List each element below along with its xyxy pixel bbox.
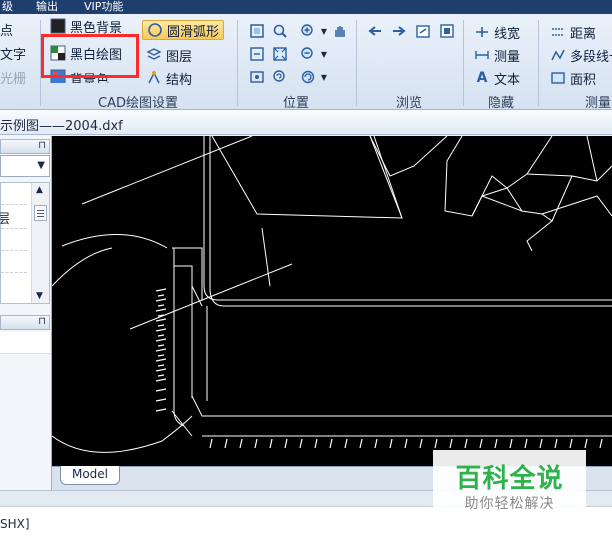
menu-item-vip[interactable]: VIP功能 xyxy=(84,0,123,14)
black-background-icon xyxy=(50,18,66,34)
line-width-icon xyxy=(474,24,490,40)
properties-header xyxy=(0,332,50,354)
zoom-in-dropdown-icon[interactable]: ▼ xyxy=(316,23,332,39)
chevron-down-icon: ▼ xyxy=(37,160,45,171)
distance-icon xyxy=(550,24,566,40)
tab-model[interactable]: Model xyxy=(60,466,120,485)
list-item-label: 层 xyxy=(0,212,11,227)
export-file-icon[interactable] xyxy=(439,23,455,39)
pin-icon[interactable]: ⊓ xyxy=(38,316,46,327)
rotate-view-dropdown-icon[interactable]: ▼ xyxy=(316,69,332,85)
zoom-realtime-icon[interactable] xyxy=(272,23,288,39)
panel-header-top: ⊓ xyxy=(0,139,50,154)
list-item[interactable]: 层 xyxy=(0,205,27,229)
smooth-arc-button[interactable]: 圆滑弧形 xyxy=(142,20,225,40)
point-button[interactable]: 点 xyxy=(0,19,13,39)
hide-group-label: 隐藏 xyxy=(488,96,515,111)
area-icon xyxy=(550,70,566,86)
highlight-box xyxy=(41,34,139,78)
document-title: 示例图——2004.dxf xyxy=(0,119,123,134)
position-group-label: 位置 xyxy=(283,96,310,111)
scroll-down-icon[interactable]: ▼ xyxy=(36,291,43,301)
document-tab[interactable]: 示例图——2004.dxf xyxy=(0,110,612,135)
smooth-arc-icon xyxy=(147,22,163,38)
layer-dropdown[interactable]: ▼ xyxy=(0,155,50,177)
text-button[interactable]: 文字 xyxy=(0,43,26,63)
cad-drawing xyxy=(52,136,612,453)
previous-view-icon[interactable] xyxy=(249,69,265,85)
measure-icon xyxy=(474,47,490,63)
menu-item-output[interactable]: 输出 xyxy=(36,0,58,14)
list-scrollbar[interactable]: ▲ ▼ xyxy=(31,183,49,303)
rotate-view-icon[interactable] xyxy=(300,69,316,85)
scroll-up-icon[interactable]: ▲ xyxy=(36,185,43,195)
arrow-right-icon[interactable] xyxy=(391,23,407,39)
structure-button[interactable]: 结构 xyxy=(146,68,192,88)
zoom-window-icon[interactable] xyxy=(249,23,265,39)
arrow-left-icon[interactable] xyxy=(367,23,383,39)
fit-window-icon[interactable] xyxy=(272,46,288,62)
distance-button[interactable]: 距离 xyxy=(550,22,596,42)
open-file-icon[interactable] xyxy=(415,23,431,39)
zoom-out-icon[interactable] xyxy=(300,46,316,62)
line-width-button[interactable]: 线宽 xyxy=(474,22,520,42)
polyline-icon xyxy=(550,47,566,63)
panel-header-bottom: ⊓ xyxy=(0,315,50,330)
measure-button[interactable]: 测量 xyxy=(474,45,520,65)
list-item[interactable] xyxy=(1,273,27,295)
raster-button[interactable]: 光栅 xyxy=(0,67,26,87)
zoom-extents-icon[interactable] xyxy=(249,46,265,62)
watermark-subtitle: 助你轻松解决 xyxy=(464,496,555,512)
browse-group-label: 浏览 xyxy=(396,96,423,111)
text-a-icon: A xyxy=(476,70,488,86)
zoom-in-icon[interactable] xyxy=(300,23,316,39)
layer-list[interactable]: 层 ▲ ▼ xyxy=(0,182,50,304)
drawing-canvas[interactable] xyxy=(52,136,612,466)
structure-icon xyxy=(146,70,162,86)
command-line-text: SHX] xyxy=(0,517,30,531)
watermark: 百科全说 助你轻松解决 xyxy=(433,450,586,518)
pin-icon[interactable]: ⊓ xyxy=(38,140,46,151)
list-item[interactable] xyxy=(1,251,27,273)
black-background-button[interactable]: 黑色背景 xyxy=(50,18,122,34)
list-item[interactable] xyxy=(1,229,27,251)
measure-group-label: 测量 xyxy=(585,96,612,111)
watermark-title: 百科全说 xyxy=(455,464,564,494)
zoom-out-dropdown-icon[interactable]: ▼ xyxy=(316,46,332,62)
text-display-button[interactable]: A 文本 xyxy=(474,68,520,88)
pan-hand-icon[interactable] xyxy=(332,23,348,39)
cad-settings-group-label: CAD绘图设置 xyxy=(98,96,178,111)
polyline-length-button[interactable]: 多段线长 xyxy=(550,45,612,65)
left-panel: ⊓ ▼ 层 ▲ ▼ ⊓ xyxy=(0,136,52,490)
layers-button[interactable]: 图层 xyxy=(146,45,192,65)
menu-bar: 级 输出 VIP功能 xyxy=(0,0,612,14)
list-item[interactable] xyxy=(1,183,27,205)
zoom-previous-icon[interactable] xyxy=(272,69,288,85)
layers-icon xyxy=(146,47,162,63)
scroll-thumb[interactable] xyxy=(34,205,47,221)
menu-item-level[interactable]: 级 xyxy=(2,0,13,14)
area-button[interactable]: 面积 xyxy=(550,68,596,88)
